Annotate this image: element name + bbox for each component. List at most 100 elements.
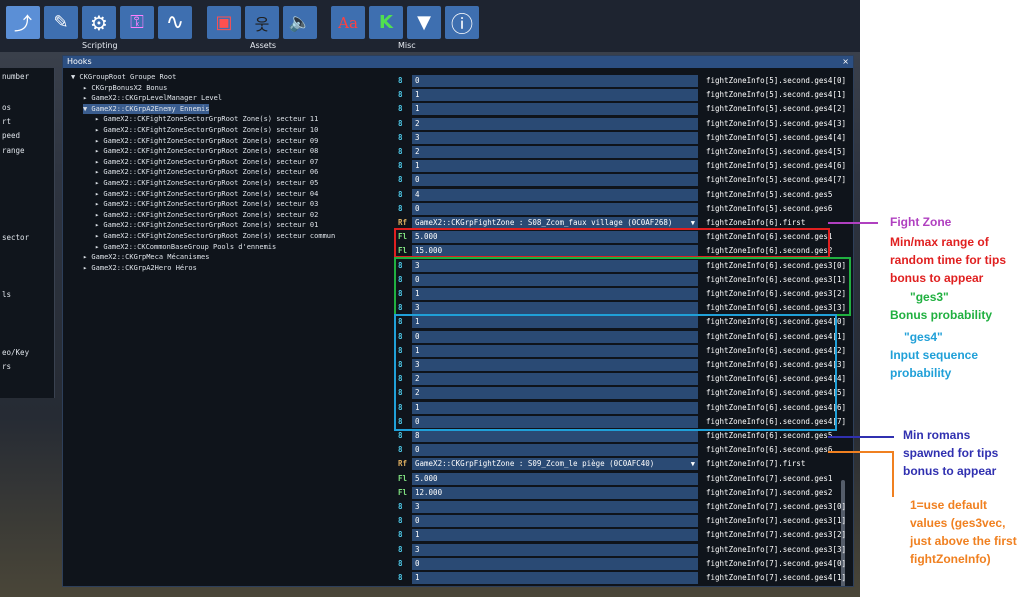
property-row: 8 4 fightZoneInfo[5].second.ges5 (395, 188, 835, 202)
grid-icon[interactable]: ⚿ (120, 6, 154, 39)
close-icon[interactable]: × (842, 56, 849, 68)
tree-node[interactable]: ▸ GameX2::CKFightZoneSectorGrpRoot Zone(… (95, 157, 318, 167)
hook-icon[interactable]: ⤴ (6, 6, 40, 39)
property-row: 8 0 fightZoneInfo[5].second.ges4[0] (395, 74, 846, 88)
tree-node[interactable]: ▸ GameX2::CKFightZoneSectorGrpRoot Zone(… (95, 125, 318, 135)
annotation-line: "ges3" (910, 290, 949, 304)
hooks-window-title-bar[interactable]: Hooks × (63, 56, 853, 68)
value-field[interactable]: 2 (412, 117, 698, 130)
left-panel-item[interactable]: range (2, 146, 25, 155)
value-field[interactable]: 3 (412, 501, 698, 513)
property-row: 8 0 fightZoneInfo[5].second.ges4[7] (395, 173, 846, 187)
value-field[interactable]: 0 (412, 444, 698, 457)
tree-node[interactable]: ▼ CKGroupRoot Groupe Root (71, 72, 176, 82)
field-value: 3 (415, 502, 420, 511)
property-row: 8 1 fightZoneInfo[5].second.ges4[6] (395, 159, 846, 173)
value-field[interactable]: 0 (412, 174, 698, 187)
tree-node[interactable]: ▸ GameX2::CKCommonBaseGroup Pools d'enne… (95, 242, 276, 252)
value-field[interactable]: 2 (412, 146, 698, 158)
property-name: fightZoneInfo[5].second.ges4[2] (706, 104, 846, 114)
value-field[interactable]: 3 (412, 543, 698, 556)
tree-node[interactable]: ▸ GameX2::CKFightZoneSectorGrpRoot Zone(… (95, 231, 335, 241)
property-type-label: 8 (398, 90, 403, 100)
tree-node[interactable]: ▸ GameX2::CKFightZoneSectorGrpRoot Zone(… (95, 167, 318, 177)
property-type-label: 8 (398, 544, 403, 554)
value-field[interactable]: 1 (412, 103, 698, 116)
property-name: fightZoneInfo[5].second.ges6 (706, 203, 833, 213)
pen-icon[interactable]: ✎ (44, 6, 78, 39)
property-name: fightZoneInfo[6].second.ges5 (706, 431, 833, 440)
left-panel-item[interactable]: eo/Key (2, 348, 29, 357)
value-field[interactable]: 3 (412, 131, 698, 144)
property-type-label: 8 (398, 516, 403, 526)
property-row: Rf GameX2::CKGrpFightZone : S09_Zcom_le p… (395, 457, 835, 471)
package-icon[interactable]: K (369, 6, 403, 39)
annotation-line: fightZoneInfo) (910, 552, 991, 566)
reference-dropdown[interactable]: GameX2::CKGrpFightZone : S09_Zcom_le piè… (412, 458, 698, 471)
value-field[interactable]: 5.000 (412, 472, 698, 485)
dropdown-icon[interactable]: ▼ (407, 6, 441, 39)
fight-zone-annotation: Fight Zone (890, 215, 952, 229)
value-field[interactable]: 0 (412, 557, 698, 570)
field-value: 0 (415, 445, 420, 455)
image-edit-icon[interactable]: ▣ (207, 6, 241, 39)
default-values-annotation: 1=use default values (ges3vec, just abov… (910, 496, 1017, 568)
characters-icon[interactable]: 웃 (245, 6, 279, 39)
value-field[interactable]: 12.000 (412, 486, 698, 499)
field-value: 5.000 (415, 473, 438, 483)
property-type-label: 8 (398, 76, 403, 85)
value-field[interactable]: 4 (412, 188, 698, 201)
value-field[interactable]: 0 (412, 515, 698, 528)
value-field[interactable]: 0 (412, 75, 698, 87)
property-type-label: 8 (398, 118, 403, 128)
field-value: 1 (415, 161, 420, 171)
property-name: fightZoneInfo[7].first (706, 459, 806, 469)
font-icon[interactable]: Aa (331, 6, 365, 39)
tree-node[interactable]: ▸ GameX2::CKGrpA2Hero Héros (83, 263, 197, 273)
left-panel-item[interactable]: peed (2, 131, 20, 140)
tree-node[interactable]: ▸ GameX2::CKFightZoneSectorGrpRoot Zone(… (95, 146, 318, 156)
value-field[interactable]: 1 (412, 572, 698, 584)
value-field[interactable]: 1 (412, 89, 698, 102)
left-panel-item[interactable]: number (2, 72, 29, 81)
speaker-icon[interactable]: 🔈 (283, 6, 317, 39)
field-value: 0 (415, 558, 420, 568)
left-panel-item[interactable]: rs (2, 362, 11, 371)
window-title: Hooks (67, 57, 92, 66)
field-value: 1 (415, 90, 420, 100)
tree-node[interactable]: ▸ GameX2::CKFightZoneSectorGrpRoot Zone(… (95, 220, 318, 230)
tree-node[interactable]: ▸ GameX2::CKFightZoneSectorGrpRoot Zone(… (95, 178, 318, 188)
left-panel-item[interactable]: rt (2, 117, 11, 126)
annotation-line: bonus to appear (903, 464, 997, 478)
tree-node[interactable]: ▸ GameX2::CKFightZoneSectorGrpRoot Zone(… (95, 210, 318, 220)
tree-node[interactable]: ▸ GameX2::CKFightZoneSectorGrpRoot Zone(… (95, 189, 318, 199)
left-panel-item[interactable]: os (2, 103, 11, 112)
tree-node[interactable]: ▸ GameX2::CKFightZoneSectorGrpRoot Zone(… (95, 136, 318, 146)
chevron-down-icon[interactable]: ▼ (691, 458, 695, 470)
tree-node[interactable]: ▸ CKGrpBonusX2 Bonus (83, 83, 167, 93)
annotation-line: Min/max range of (890, 235, 989, 249)
tree-node[interactable]: ▸ GameX2::CKGrpLevelManager Level (83, 93, 222, 103)
tree-node[interactable]: ▸ GameX2::CKFightZoneSectorGrpRoot Zone(… (95, 114, 318, 124)
value-field[interactable]: 8 (412, 430, 698, 442)
value-field[interactable]: 0 (412, 202, 698, 215)
left-panel-item[interactable]: ls (2, 290, 11, 299)
left-panel-item[interactable]: sector (2, 233, 29, 242)
tree-node[interactable]: ▼ GameX2::CKGrpA2Enemy Ennemis (83, 103, 210, 114)
property-name: fightZoneInfo[7].second.ges4[0] (706, 558, 846, 568)
group-label-assets: Assets (250, 41, 277, 50)
wave-icon[interactable]: ∿ (158, 6, 192, 39)
value-field[interactable]: 1 (412, 160, 698, 173)
property-type-label: 8 (398, 445, 403, 455)
group-label-misc: Misc (398, 41, 416, 50)
info-icon[interactable]: ⓘ (445, 6, 479, 39)
property-type-label: 8 (398, 573, 403, 582)
value-field[interactable]: 1 (412, 529, 698, 542)
tree-node[interactable]: ▸ GameX2::CKFightZoneSectorGrpRoot Zone(… (95, 199, 318, 209)
property-name: fightZoneInfo[5].second.ges4[5] (706, 147, 846, 156)
property-type-label: 8 (398, 431, 403, 440)
field-value: 12.000 (415, 487, 443, 497)
gear-icon[interactable]: ⚙ (82, 6, 116, 39)
property-type-label: 8 (398, 161, 403, 171)
tree-node[interactable]: ▸ GameX2::CKGrpMeca Mécanismes (83, 252, 209, 262)
